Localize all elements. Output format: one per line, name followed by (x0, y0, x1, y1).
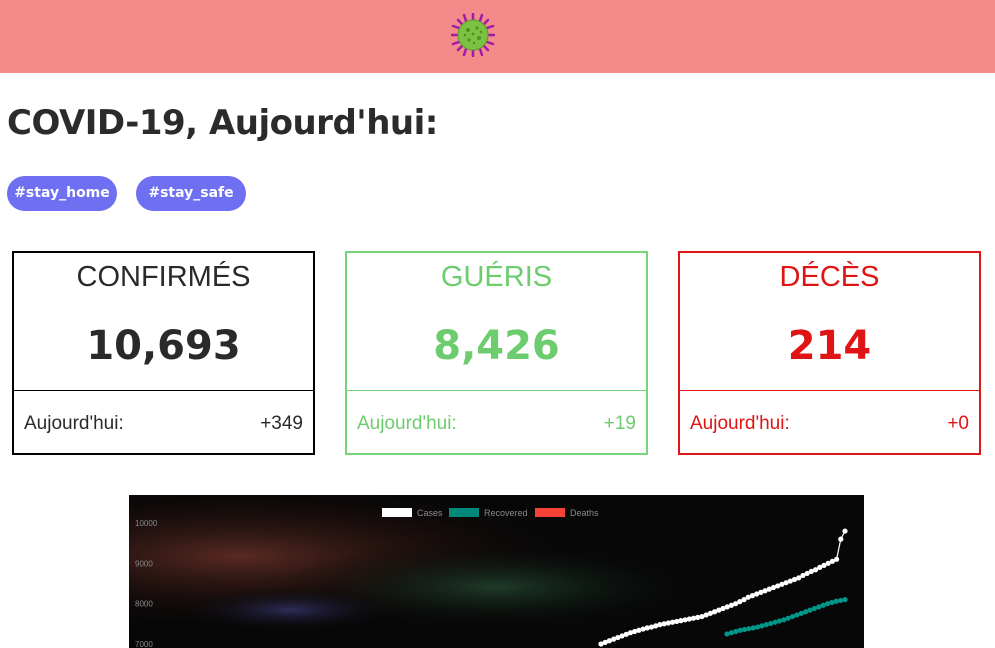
data-point-cases (838, 536, 844, 542)
deaths-card: DÉCÈS 214 Aujourd'hui: +0 (678, 251, 981, 455)
data-point-recovered (842, 597, 848, 603)
legend-label-cases: Cases (417, 508, 443, 518)
tag-stay-safe[interactable]: #stay_safe (136, 176, 246, 211)
deaths-label: DÉCÈS (779, 261, 880, 293)
legend-swatch-deaths (535, 508, 565, 517)
data-point-recovered (833, 598, 839, 604)
data-point-recovered (776, 618, 783, 624)
deaths-today-label: Aujourd'hui: (690, 413, 790, 434)
confirmed-value: 10,693 (86, 323, 241, 369)
data-point-recovered (733, 628, 739, 635)
data-point-recovered (754, 624, 761, 630)
data-point-recovered (737, 627, 743, 633)
legend-swatch-recovered (449, 508, 479, 517)
line-chart: Cases Recovered Deaths 10000 9000 8000 7000 (135, 508, 848, 648)
confirmed-today-value: +349 (260, 413, 303, 434)
confirmed-card: CONFIRMÉS 10,693 Aujourd'hui: +349 (12, 251, 315, 455)
recovered-today-value: +19 (603, 413, 636, 434)
series-line-cases (600, 530, 846, 645)
y-tick-label: 9000 (135, 559, 153, 568)
recovered-today-label: Aujourd'hui: (357, 413, 457, 434)
tag-stay-home[interactable]: #stay_home (7, 176, 117, 211)
recovered-value: 8,426 (433, 323, 560, 369)
page-title: COVID-19, Aujourd'hui: (7, 103, 438, 143)
y-tick-label: 8000 (135, 600, 153, 609)
data-point-recovered (829, 599, 835, 606)
data-point-recovered (750, 625, 756, 631)
recovered-label: GUÉRIS (440, 261, 553, 293)
legend-swatch-cases (382, 508, 412, 517)
card-divider (347, 390, 646, 391)
recovered-card: GUÉRIS 8,426 Aujourd'hui: +19 (345, 251, 648, 455)
deaths-today-value: +0 (947, 413, 969, 434)
deaths-value: 214 (787, 323, 872, 369)
data-point-recovered (768, 620, 774, 627)
confirmed-today-label: Aujourd'hui: (24, 413, 124, 434)
data-point-recovered (724, 631, 730, 637)
y-tick-label: 10000 (135, 519, 158, 528)
legend-label-deaths: Deaths (570, 508, 599, 518)
data-point-recovered (763, 622, 769, 628)
data-point-recovered (741, 626, 748, 633)
card-divider (680, 390, 979, 391)
virus-icon[interactable] (451, 13, 495, 57)
data-point-recovered (824, 601, 831, 607)
y-tick-label: 7000 (135, 640, 153, 648)
data-point-recovered (759, 623, 765, 629)
card-divider (14, 390, 313, 391)
data-point-recovered (772, 619, 778, 625)
cases-chart: Cases Recovered Deaths 10000 9000 8000 7000 (129, 495, 864, 648)
data-point-recovered (746, 626, 752, 632)
data-point-recovered (728, 630, 734, 636)
data-point-cases (842, 528, 848, 534)
data-point-recovered (838, 597, 844, 604)
header-bar (0, 0, 995, 73)
legend-label-recovered: Recovered (484, 508, 528, 518)
confirmed-label: CONFIRMÉS (76, 261, 251, 293)
data-point-cases (833, 556, 840, 562)
